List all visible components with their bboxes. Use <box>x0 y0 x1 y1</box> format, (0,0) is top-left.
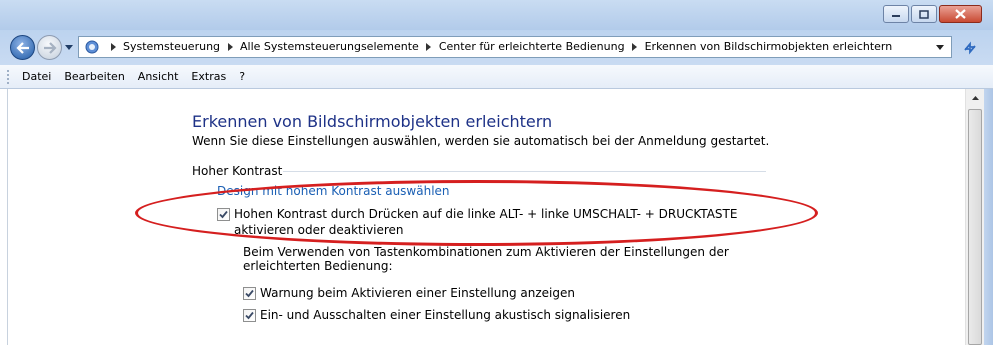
checkmark-icon <box>245 289 254 298</box>
history-dropdown[interactable] <box>63 39 75 55</box>
maximize-icon <box>919 9 929 19</box>
control-panel-icon <box>85 40 99 54</box>
navigation-bar: Systemsteuerung Alle Systemsteuerungsele… <box>0 30 993 65</box>
menu-items: Datei Bearbeiten Ansicht Extras ? <box>22 70 258 83</box>
shortcut-info-text: Beim Verwenden von Tastenkombinationen z… <box>243 245 729 273</box>
minimize-button[interactable] <box>883 5 909 23</box>
chevron-right-icon[interactable] <box>628 42 642 51</box>
sound-option[interactable]: Ein- und Ausschalten einer Einstellung a… <box>243 307 630 323</box>
menu-extras[interactable]: Extras <box>191 70 226 83</box>
chevron-right-icon <box>106 42 120 51</box>
window-controls <box>883 5 982 23</box>
scrollbar-thumb[interactable] <box>968 109 982 345</box>
maximize-button[interactable] <box>911 5 937 23</box>
checkmark-icon <box>245 311 254 320</box>
close-button[interactable] <box>939 5 982 23</box>
warning-option[interactable]: Warnung beim Aktivieren einer Einstellun… <box>243 285 575 301</box>
high-contrast-shortcut-label[interactable]: Hohen Kontrast durch Drücken auf die lin… <box>234 206 787 238</box>
warning-label[interactable]: Warnung beim Aktivieren einer Einstellun… <box>260 285 575 301</box>
menu-bearbeiten[interactable]: Bearbeiten <box>64 70 124 83</box>
back-button[interactable] <box>10 35 35 60</box>
menu-datei[interactable]: Datei <box>22 70 51 83</box>
breadcrumb-item[interactable]: Erkennen von Bildschirmobjekten erleicht… <box>645 40 893 53</box>
breadcrumb-item[interactable]: Alle Systemsteuerungselemente <box>240 40 419 53</box>
breadcrumb-item[interactable]: Systemsteuerung <box>123 40 220 53</box>
sound-checkbox[interactable] <box>243 309 256 322</box>
page-subtitle: Wenn Sie diese Einstellungen auswählen, … <box>192 134 770 148</box>
minimize-icon <box>892 15 900 17</box>
section-title: Hoher Kontrast <box>192 164 283 178</box>
page-title: Erkennen von Bildschirmobjekten erleicht… <box>192 112 553 131</box>
close-icon <box>955 9 966 19</box>
chevron-down-icon <box>65 44 73 50</box>
refresh-icon <box>964 41 976 54</box>
chevron-up-icon <box>971 96 979 100</box>
sound-label[interactable]: Ein- und Ausschalten einer Einstellung a… <box>260 307 630 323</box>
window-frame-right <box>984 89 993 345</box>
warning-checkbox[interactable] <box>243 287 256 300</box>
high-contrast-shortcut-checkbox[interactable] <box>217 208 230 221</box>
menu-bar: Datei Bearbeiten Ansicht Extras ? <box>0 65 993 89</box>
breadcrumb: Systemsteuerung Alle Systemsteuerungsele… <box>103 40 892 53</box>
breadcrumb-item[interactable]: Center für erleichterte Bedienung <box>439 40 625 53</box>
forward-button[interactable] <box>37 35 62 60</box>
high-contrast-shortcut-option[interactable]: Hohen Kontrast durch Drücken auf die lin… <box>217 206 787 238</box>
section-divider <box>283 171 766 172</box>
arrow-right-icon <box>43 41 57 54</box>
checkmark-icon <box>219 210 228 219</box>
chevron-down-icon <box>936 44 944 50</box>
toolbar-grip <box>7 70 12 84</box>
address-bar[interactable]: Systemsteuerung Alle Systemsteuerungsele… <box>78 36 952 58</box>
vertical-scrollbar[interactable] <box>965 89 985 345</box>
arrow-left-icon <box>15 41 29 54</box>
refresh-button[interactable] <box>956 37 984 58</box>
menu-help[interactable]: ? <box>239 70 245 83</box>
chevron-right-icon[interactable] <box>422 42 436 51</box>
scroll-up-button[interactable] <box>970 92 980 104</box>
chevron-right-icon[interactable] <box>223 42 237 51</box>
address-dropdown[interactable] <box>933 40 947 54</box>
window-titlebar <box>0 0 993 30</box>
high-contrast-theme-link[interactable]: Design mit hohem Kontrast auswählen <box>217 184 450 198</box>
menu-ansicht[interactable]: Ansicht <box>138 70 179 83</box>
